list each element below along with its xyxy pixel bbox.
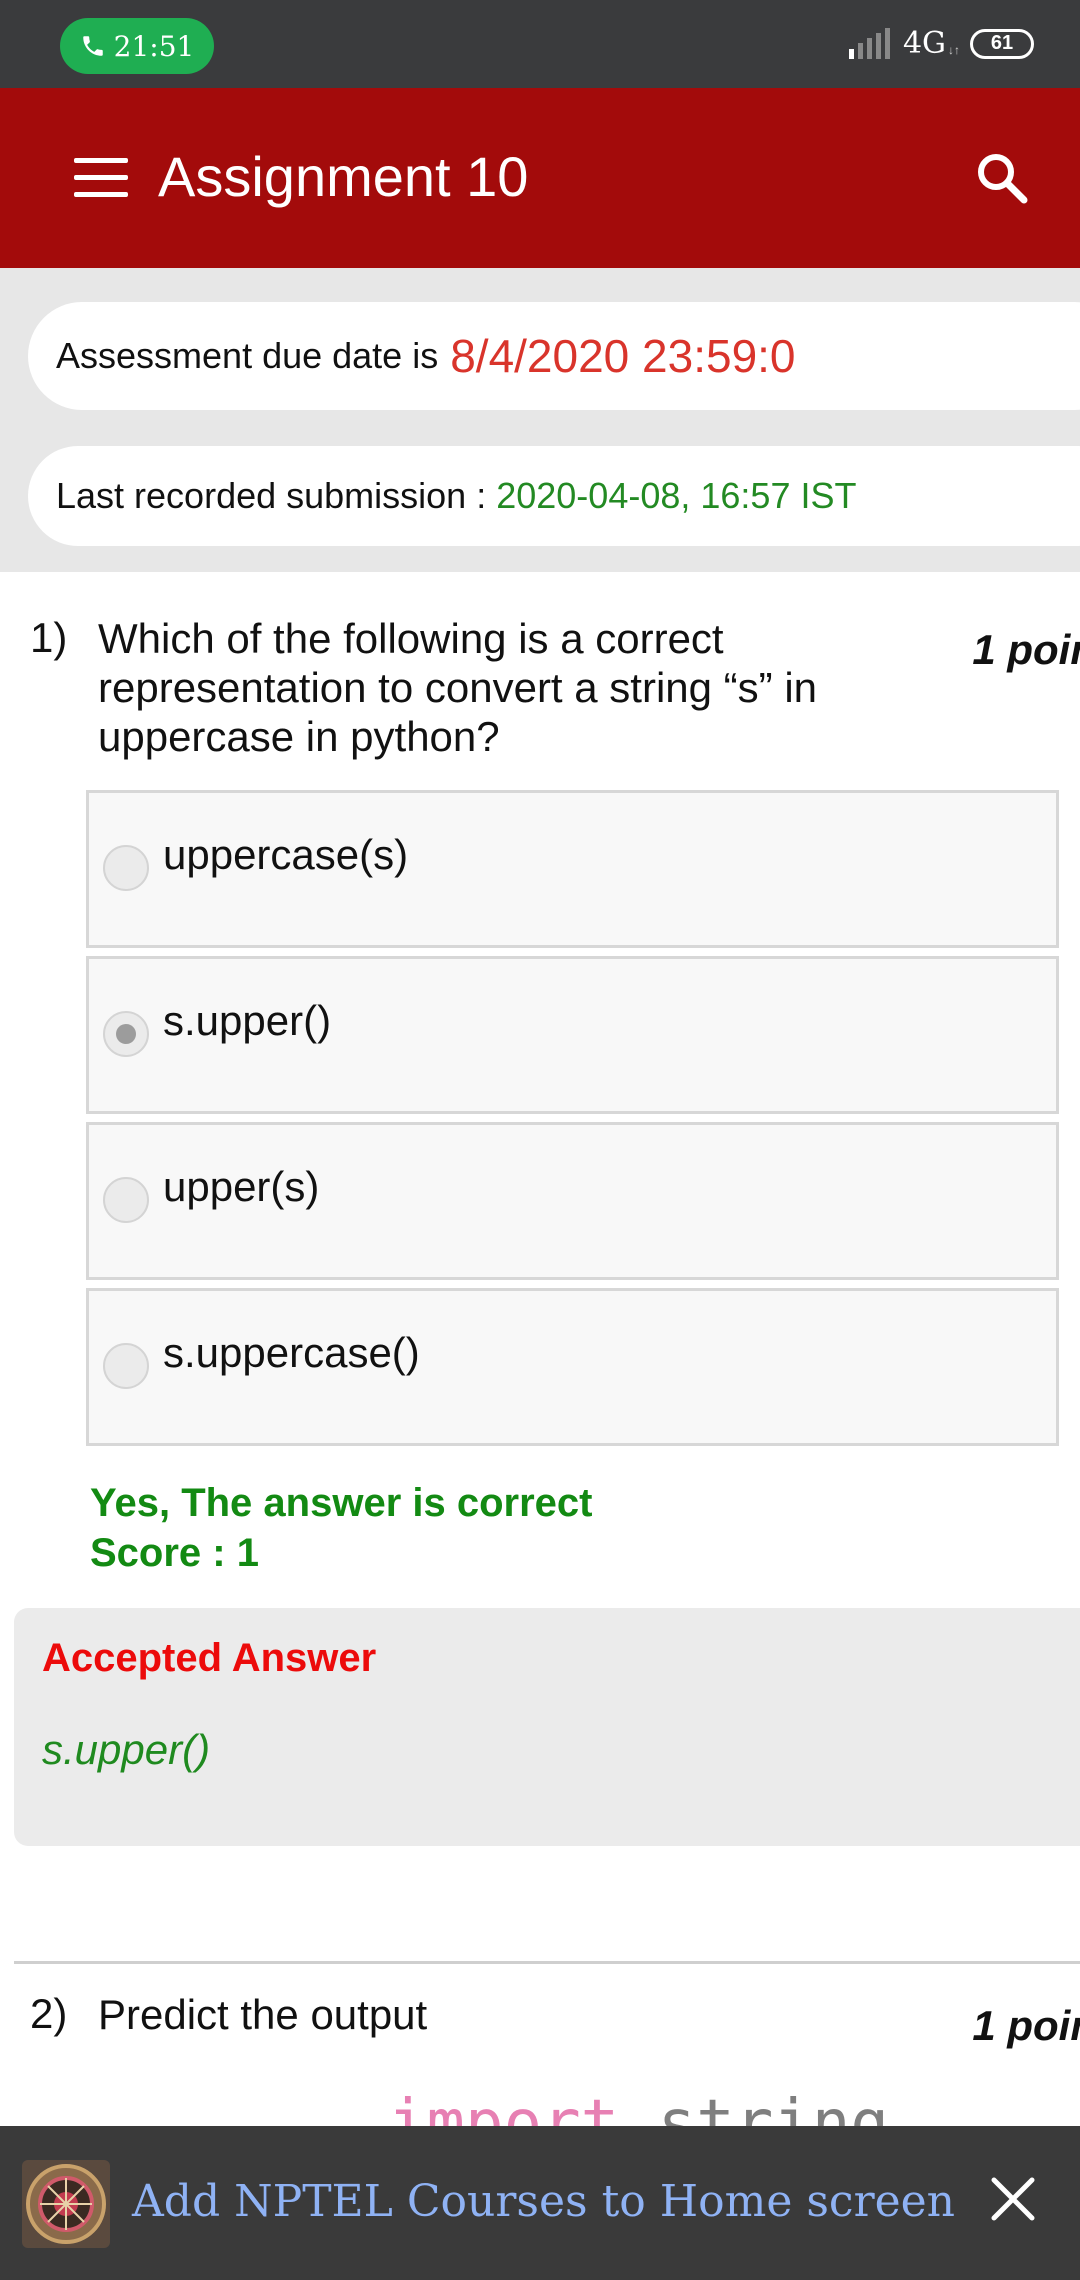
answer-option[interactable]: s.uppercase() — [86, 1288, 1059, 1446]
question-points: 1 point — [972, 626, 1080, 673]
battery-level: 61 — [990, 32, 1014, 54]
code-keyword: import — [388, 2092, 619, 2126]
banner-message: Add NPTEL Courses to Home screen — [132, 2176, 956, 2227]
network-type: 4G — [902, 26, 946, 61]
ongoing-call-pill[interactable]: 21:51 — [60, 18, 214, 74]
answer-feedback: Yes, The answer is correct Score : 1 — [90, 1478, 592, 1578]
option-label: uppercase(s) — [163, 831, 409, 878]
feedback-message: Yes, The answer is correct — [90, 1481, 593, 1525]
accepted-answer-title: Accepted Answer — [42, 1636, 377, 1680]
accepted-answer-box: Accepted Answer s.upper() — [14, 1608, 1080, 1846]
status-bar: 21:51 4G ↓↑ 61 — [0, 0, 1080, 88]
due-date-card: Assessment due date is 8/4/2020 23:59:0 — [28, 302, 1080, 410]
option-label: s.upper() — [163, 997, 332, 1044]
score-text: Score : 1 — [90, 1531, 259, 1575]
battery-icon: 61 — [970, 28, 1034, 59]
page-title: Assignment 10 — [158, 145, 529, 208]
due-date-label: Assessment due date is — [56, 335, 439, 376]
radio-button[interactable] — [103, 1343, 149, 1389]
due-date-value: 8/4/2020 23:59:0 — [450, 330, 796, 382]
answer-option[interactable]: uppercase(s) — [86, 790, 1059, 948]
radio-button[interactable] — [103, 1177, 149, 1223]
signal-icon — [848, 27, 890, 59]
add-to-home-banner[interactable]: Add NPTEL Courses to Home screen — [0, 2126, 1080, 2280]
question-text: Predict the output — [98, 1991, 428, 2038]
last-submission-value: 2020-04-08, 16:57 IST — [496, 475, 857, 516]
option-label: upper(s) — [163, 1163, 320, 1210]
radio-button-selected[interactable] — [103, 1011, 149, 1057]
radio-button[interactable] — [103, 845, 149, 891]
phone-icon — [82, 36, 103, 56]
code-snippet-peek: import string — [388, 2092, 889, 2126]
question-text: Which of the following is a correct repr… — [98, 615, 818, 760]
answer-option[interactable]: upper(s) — [86, 1122, 1059, 1280]
status-time: 21:51 — [113, 29, 195, 63]
data-activity-icon: ↓↑ — [948, 42, 960, 57]
option-label: s.uppercase() — [163, 1329, 420, 1376]
search-icon[interactable] — [974, 150, 1030, 206]
question-divider — [14, 1961, 1080, 1964]
app-bar: Assignment 10 — [0, 88, 1080, 268]
question-number: 2) — [30, 1990, 68, 2037]
question-points: 1 point — [972, 2002, 1080, 2049]
assessment-info: Assessment due date is 8/4/2020 23:59:0 … — [0, 268, 1080, 572]
menu-icon[interactable] — [74, 158, 128, 198]
answer-option[interactable]: s.upper() — [86, 956, 1059, 1114]
accepted-answer-value: s.upper() — [42, 1726, 211, 1773]
question-number: 1) — [30, 614, 68, 661]
last-submission-label: Last recorded submission : — [56, 475, 487, 516]
last-submission-card: Last recorded submission : 2020-04-08, 1… — [28, 446, 1080, 546]
close-icon[interactable] — [990, 2176, 1036, 2222]
status-indicators: 4G ↓↑ 61 — [847, 26, 1034, 61]
nptel-logo-icon — [22, 2160, 110, 2248]
code-text: string — [658, 2092, 889, 2126]
